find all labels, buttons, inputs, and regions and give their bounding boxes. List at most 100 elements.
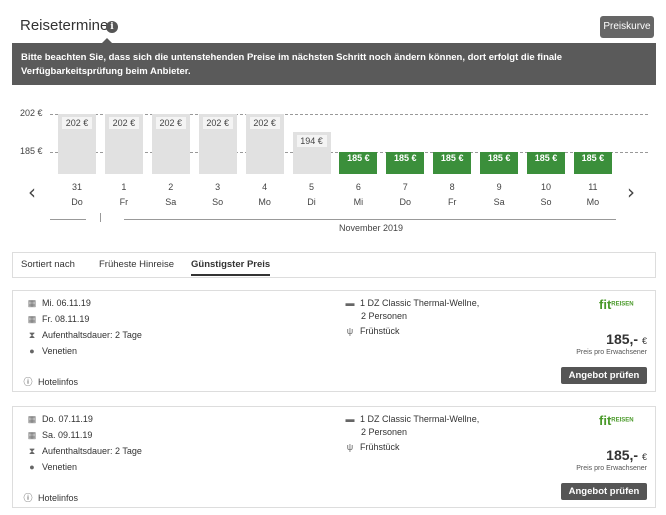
- price-bar[interactable]: 202 €: [58, 114, 96, 174]
- day-number: 11: [588, 182, 598, 192]
- price-bar-label: 185 €: [480, 151, 519, 164]
- price-bar[interactable]: 194 €: [292, 131, 331, 174]
- outbound-date: Do. 07.11.19: [42, 414, 93, 424]
- price-bar[interactable]: 202 €: [198, 114, 237, 174]
- fork-knife-icon: ψ: [346, 442, 354, 452]
- day-number: 9: [496, 182, 502, 192]
- price-notice-tooltip: Bitte beachten Sie, dass sich die untens…: [12, 43, 656, 85]
- operator-logo: fitREISEN: [599, 297, 634, 313]
- price-bar-label: 185 €: [339, 151, 378, 164]
- check-offer-button[interactable]: Angebot prüfen: [561, 367, 647, 384]
- price-bar-label: 185 €: [386, 151, 425, 164]
- price-bar-label: 185 €: [527, 151, 565, 164]
- y-tick-label: 202 €: [20, 108, 43, 118]
- chevron-left-icon[interactable]: ‹: [28, 180, 36, 204]
- day-number: 4: [262, 182, 268, 192]
- day-number: 6: [355, 182, 361, 192]
- page-title: Reisetermine: [20, 17, 109, 34]
- room-line-2: 2 Personen: [361, 311, 408, 321]
- info-icon: ⓘ: [23, 493, 33, 503]
- location-pin-icon: ●: [29, 346, 35, 356]
- price-bar[interactable]: 185 €: [386, 151, 425, 174]
- price-bar[interactable]: 185 €: [573, 151, 612, 174]
- day-name: So: [540, 197, 552, 207]
- duration: Aufenthaltsdauer: 2 Tage: [42, 446, 142, 456]
- price-bar[interactable]: 185 €: [480, 151, 519, 174]
- month-label: November 2019: [338, 223, 404, 233]
- hotel-info-link[interactable]: ⓘ Hotelinfos: [23, 375, 78, 388]
- price-bar[interactable]: 202 €: [104, 114, 143, 174]
- day-name: Do: [399, 197, 412, 207]
- offer-card: ▦ Mi. 06.11.19 ▦ Fr. 08.11.19 ⧗ Aufenthalts…: [12, 290, 656, 392]
- price-bar[interactable]: 185 €: [433, 151, 472, 174]
- price-bar-label: 202 €: [249, 117, 280, 129]
- offer-card: ▦ Do. 07.11.19 ▦ Sa. 09.11.19 ⧗ Aufenthalts…: [12, 406, 656, 508]
- price-bar-label: 185 €: [433, 151, 472, 164]
- return-date: Sa. 09.11.19: [42, 430, 93, 440]
- hourglass-icon: ⧗: [28, 446, 36, 456]
- day-name: Sa: [493, 197, 505, 207]
- day-name: Sa: [165, 197, 177, 207]
- day-name: Mo: [586, 197, 600, 207]
- day-name: Do: [71, 197, 83, 207]
- location-pin-icon: ●: [29, 462, 35, 472]
- return-date: Fr. 08.11.19: [42, 314, 90, 324]
- region: Venetien: [42, 462, 78, 472]
- price-bar-label: 202 €: [202, 117, 233, 129]
- day-number: 2: [168, 182, 174, 192]
- price-bar[interactable]: 185 €: [339, 151, 378, 174]
- day-number: 7: [402, 182, 408, 192]
- fork-knife-icon: ψ: [346, 326, 354, 336]
- outbound-date: Mi. 06.11.19: [42, 298, 91, 308]
- hotel-info-label: Hotelinfos: [38, 493, 79, 503]
- bed-icon: ▬: [345, 298, 355, 308]
- sort-label: Sortiert nach: [21, 259, 75, 270]
- preiskurve-button[interactable]: Preiskurve: [600, 16, 654, 38]
- day-name: So: [212, 197, 224, 207]
- sort-bar: Sortiert nach Früheste Hinreise Günstigs…: [12, 252, 656, 278]
- offer-price: 185,- €: [606, 331, 647, 347]
- calendar-icon: ▦: [27, 298, 37, 308]
- day-name: Di: [307, 197, 316, 207]
- calendar-icon: ▦: [27, 430, 37, 440]
- info-icon[interactable]: i: [106, 21, 118, 33]
- room-line-1: 1 DZ Classic Thermal-Wellne,: [360, 414, 480, 424]
- price-bar[interactable]: 202 €: [151, 114, 190, 174]
- price-bar[interactable]: 185 €: [527, 151, 565, 174]
- price-bar[interactable]: 202 €: [245, 114, 284, 174]
- chevron-right-icon[interactable]: ›: [627, 180, 635, 204]
- price-note: Preis pro Erwachsener: [576, 465, 647, 472]
- month-divider: [100, 213, 101, 222]
- duration: Aufenthaltsdauer: 2 Tage: [42, 330, 142, 340]
- day-number: 8: [449, 182, 455, 192]
- check-offer-button[interactable]: Angebot prüfen: [561, 483, 647, 500]
- day-name: Fr: [447, 197, 457, 207]
- hotel-info-link[interactable]: ⓘ Hotelinfos: [23, 491, 78, 504]
- timeline-line: [124, 219, 616, 220]
- offer-price: 185,- €: [606, 447, 647, 463]
- price-bar-label: 185 €: [573, 151, 612, 164]
- price-bar-label: 202 €: [62, 117, 92, 129]
- day-name: Mo: [258, 197, 271, 207]
- region: Venetien: [42, 346, 78, 356]
- bed-icon: ▬: [345, 414, 355, 424]
- board: Frühstück: [360, 326, 400, 336]
- day-number: 31: [71, 182, 82, 192]
- day-name: Fr: [119, 197, 129, 207]
- price-note: Preis pro Erwachsener: [576, 349, 647, 356]
- room-line-2: 2 Personen: [361, 427, 408, 437]
- calendar-icon: ▦: [27, 414, 37, 424]
- calendar-icon: ▦: [27, 314, 37, 324]
- info-icon: ⓘ: [23, 377, 33, 387]
- day-number: 10: [540, 182, 551, 192]
- room-line-1: 1 DZ Classic Thermal-Wellne,: [360, 298, 480, 308]
- day-number: 3: [215, 182, 221, 192]
- sort-option-earliest[interactable]: Früheste Hinreise: [99, 259, 174, 270]
- sort-option-cheapest[interactable]: Günstigster Preis: [191, 259, 271, 276]
- operator-logo: fitREISEN: [599, 413, 634, 429]
- hotel-info-label: Hotelinfos: [38, 377, 79, 387]
- day-number: 1: [121, 182, 127, 192]
- y-tick-label: 185 €: [20, 145, 43, 156]
- price-bar-label: 194 €: [296, 134, 327, 147]
- day-name: Mi: [353, 197, 364, 207]
